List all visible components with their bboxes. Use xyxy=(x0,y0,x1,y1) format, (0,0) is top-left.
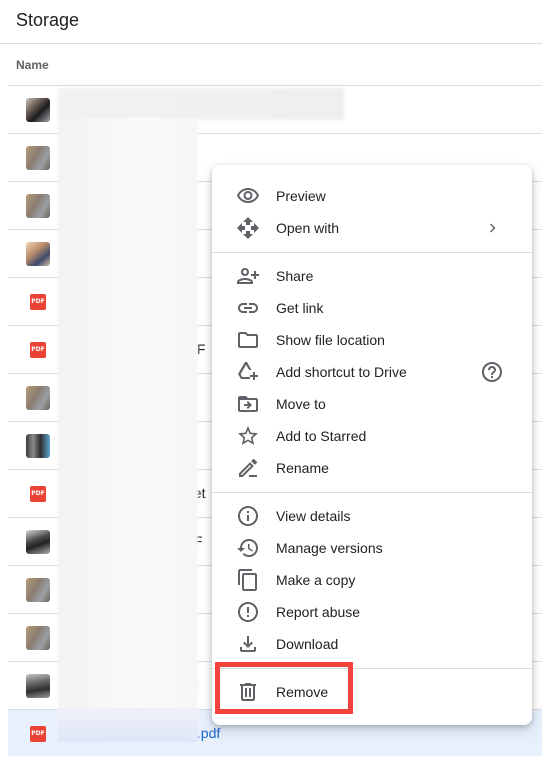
chevron-right-icon xyxy=(480,216,504,240)
menu-item-get-link[interactable]: Get link xyxy=(212,292,532,324)
menu-item-label: Preview xyxy=(276,188,326,204)
image-thumbnail xyxy=(26,578,50,602)
menu-item-open-with[interactable]: Open with xyxy=(212,212,532,244)
link-icon xyxy=(236,296,260,320)
menu-item-label: Share xyxy=(276,268,314,284)
image-thumbnail xyxy=(26,386,50,410)
menu-item-view-details[interactable]: View details xyxy=(212,500,532,532)
menu-item-label: Get link xyxy=(276,300,324,316)
eye-icon xyxy=(236,184,260,208)
context-menu: Preview Open with Share Get link Show file l… xyxy=(212,165,532,725)
menu-item-label: Make a copy xyxy=(276,572,356,588)
help-icon[interactable] xyxy=(480,360,504,384)
history-icon xyxy=(236,536,260,560)
folder-icon xyxy=(236,328,260,352)
image-thumbnail xyxy=(26,98,50,122)
menu-item-label: Manage versions xyxy=(276,540,383,556)
trash-icon xyxy=(236,680,260,704)
column-header-name[interactable]: Name xyxy=(16,58,49,72)
pencil-icon xyxy=(236,456,260,480)
menu-item-label: Remove xyxy=(276,684,329,700)
title-bar: Storage xyxy=(0,0,542,44)
download-icon xyxy=(236,632,260,656)
redacted-filenames xyxy=(58,118,198,742)
column-header: Name xyxy=(8,44,542,86)
menu-divider xyxy=(212,252,532,253)
image-thumbnail xyxy=(26,434,50,458)
image-thumbnail xyxy=(26,530,50,554)
menu-item-label: Rename xyxy=(276,460,329,476)
menu-item-preview[interactable]: Preview xyxy=(212,180,532,212)
menu-item-label: Download xyxy=(276,636,339,652)
image-thumbnail xyxy=(26,626,50,650)
menu-item-label: Report abuse xyxy=(276,604,361,620)
menu-item-share[interactable]: Share xyxy=(212,260,532,292)
menu-item-remove[interactable]: Remove xyxy=(212,676,532,708)
pdf-file-icon: PDF xyxy=(30,294,46,310)
image-thumbnail xyxy=(26,674,50,698)
menu-item-download[interactable]: Download xyxy=(212,628,532,660)
open-with-icon xyxy=(236,216,260,240)
star-icon xyxy=(236,424,260,448)
menu-item-label: Show file location xyxy=(276,332,385,348)
report-icon xyxy=(236,600,260,624)
menu-item-manage-versions[interactable]: Manage versions xyxy=(212,532,532,564)
menu-item-label: Open with xyxy=(276,220,340,236)
menu-item-label: View details xyxy=(276,508,351,524)
pdf-file-icon: PDF xyxy=(30,486,46,502)
pdf-file-icon: PDF xyxy=(30,342,46,358)
image-thumbnail xyxy=(26,194,50,218)
add-to-drive-icon xyxy=(236,360,260,384)
image-thumbnail xyxy=(26,146,50,170)
menu-item-add-shortcut-to-drive[interactable]: Add shortcut to Drive xyxy=(212,356,532,388)
menu-item-report-abuse[interactable]: Report abuse xyxy=(212,596,532,628)
menu-item-label: Add to Starred xyxy=(276,428,367,444)
menu-item-label: Add shortcut to Drive xyxy=(276,364,407,380)
menu-item-move-to[interactable]: Move to xyxy=(212,388,532,420)
page-title: Storage xyxy=(16,10,80,30)
image-thumbnail xyxy=(26,242,50,266)
move-to-folder-icon xyxy=(236,392,260,416)
copy-icon xyxy=(236,568,260,592)
menu-divider xyxy=(212,492,532,493)
menu-divider xyxy=(212,668,532,669)
redacted-filename xyxy=(58,708,198,742)
menu-item-add-to-starred[interactable]: Add to Starred xyxy=(212,420,532,452)
menu-item-label: Move to xyxy=(276,396,326,412)
info-icon xyxy=(236,504,260,528)
menu-item-show-file-location[interactable]: Show file location xyxy=(212,324,532,356)
person-add-icon xyxy=(236,264,260,288)
pdf-file-icon: PDF xyxy=(30,726,46,742)
menu-item-rename[interactable]: Rename xyxy=(212,452,532,484)
menu-item-make-a-copy[interactable]: Make a copy xyxy=(212,564,532,596)
redacted-filename xyxy=(58,88,344,120)
